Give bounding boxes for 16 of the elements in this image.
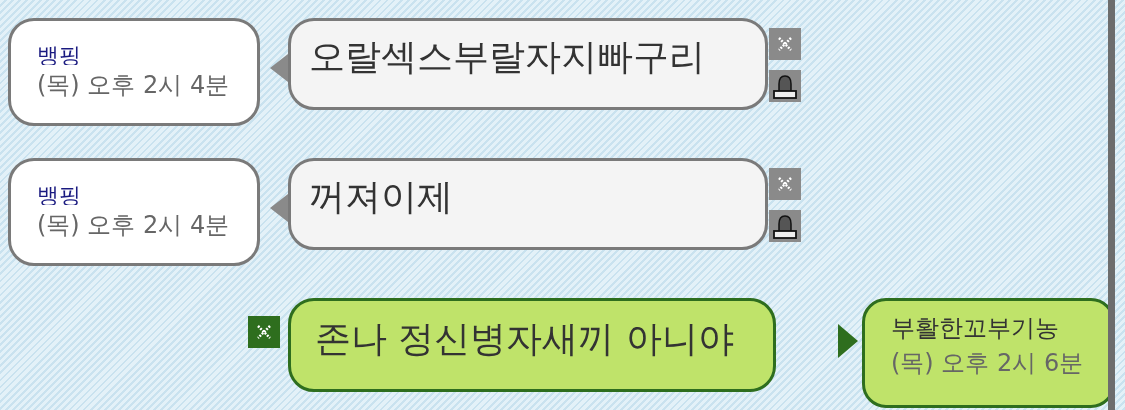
message-time: (목) 오후 2시 6분 bbox=[891, 348, 1085, 379]
pointer-icon bbox=[270, 54, 288, 82]
message-bubble: 꺼져이제 bbox=[288, 158, 768, 250]
message-bubble: 오랄섹스부랄자지빠구리 bbox=[288, 18, 768, 110]
message-time: (목) 오후 2시 4분 bbox=[37, 210, 231, 241]
bell-icon[interactable] bbox=[769, 210, 801, 242]
message-time: (목) 오후 2시 4분 bbox=[37, 70, 231, 101]
bell-icon[interactable] bbox=[769, 70, 801, 102]
close-icon[interactable] bbox=[769, 168, 801, 200]
message-bubble: 존나 정신병자새끼 아니야 bbox=[288, 298, 776, 392]
pointer-icon bbox=[838, 324, 858, 358]
close-icon[interactable] bbox=[769, 28, 801, 60]
scrollbar[interactable] bbox=[1108, 0, 1115, 410]
pointer-icon bbox=[270, 194, 288, 222]
close-icon[interactable] bbox=[248, 316, 280, 348]
sender-name: 부활한꼬부기농 bbox=[891, 313, 1060, 343]
